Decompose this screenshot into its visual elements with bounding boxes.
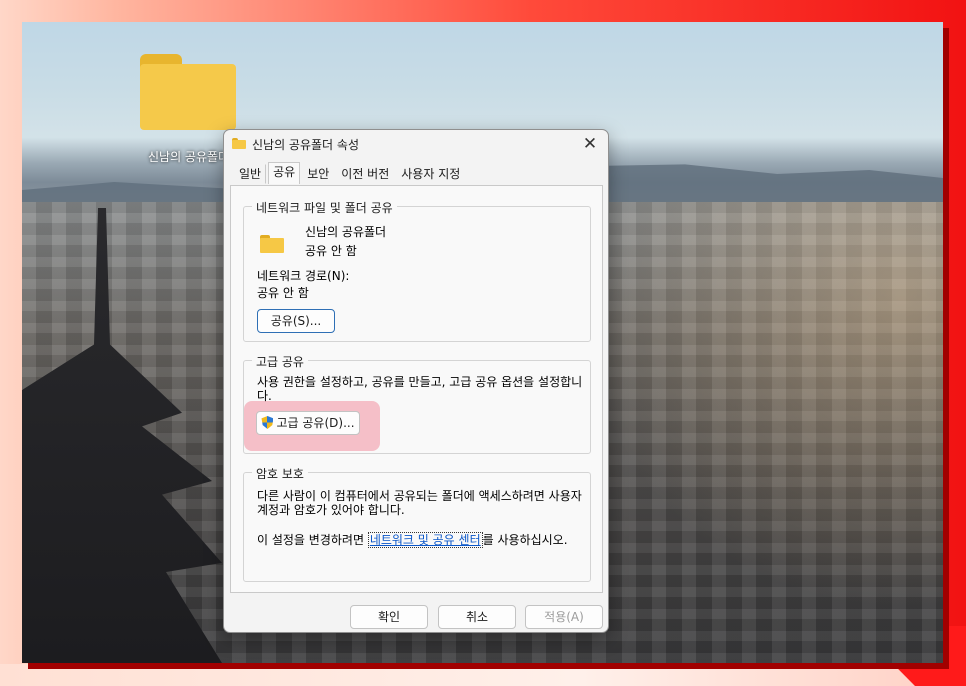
network-sharing-center-link[interactable]: 네트워크 및 공유 센터	[367, 532, 483, 548]
advanced-share-group: 고급 공유 사용 권한을 설정하고, 공유를 만들고, 고급 공유 옵션을 설정…	[243, 353, 591, 454]
tab-strip: 일반 공유 보안 이전 버전 사용자 지정	[234, 162, 467, 185]
tab-previous-versions[interactable]: 이전 버전	[336, 164, 394, 184]
share-status: 공유 안 함	[305, 244, 357, 258]
apply-button[interactable]: 적용(A)	[525, 605, 603, 629]
cancel-button[interactable]: 취소	[438, 605, 516, 629]
network-share-title: 네트워크 파일 및 폴더 공유	[252, 199, 397, 216]
advanced-share-button-label: 고급 공유(D)...	[276, 416, 355, 430]
password-protection-description: 다른 사람이 이 컴퓨터에서 공유되는 폴더에 액세스하려면 사용자 계정과 암…	[257, 489, 582, 517]
tab-sharing[interactable]: 공유	[268, 162, 301, 184]
folder-icon	[140, 54, 236, 130]
advanced-share-button[interactable]: 고급 공유(D)...	[256, 411, 360, 435]
advanced-share-title: 고급 공유	[252, 353, 308, 370]
tab-general[interactable]: 일반	[234, 164, 267, 184]
dialog-title: 신남의 공유폴더 속성	[252, 138, 359, 152]
password-protection-hint: 이 설정을 변경하려면 네트워크 및 공유 센터 를 사용하십시오.	[257, 531, 568, 548]
tab-customize[interactable]: 사용자 지정	[396, 164, 465, 184]
share-button[interactable]: 공유(S)...	[257, 309, 335, 333]
link-suffix: 를 사용하십시오.	[482, 533, 568, 547]
close-button[interactable]: ✕	[578, 132, 602, 156]
network-path-label: 네트워크 경로(N):	[257, 269, 350, 283]
link-prefix: 이 설정을 변경하려면	[257, 533, 368, 547]
network-path-value: 공유 안 함	[257, 286, 309, 300]
shared-folder-name: 신남의 공유폴더	[305, 225, 387, 239]
folder-icon	[260, 235, 284, 253]
password-protection-group: 암호 보호 다른 사람이 이 컴퓨터에서 공유되는 폴더에 액세스하려면 사용자…	[243, 465, 591, 582]
ok-button[interactable]: 확인	[350, 605, 428, 629]
properties-dialog: 신남의 공유폴더 속성 ✕ 일반 공유 보안 이전 버전 사용자 지정 네트워크…	[223, 129, 609, 633]
network-share-group: 네트워크 파일 및 폴더 공유 신남의 공유폴더 공유 안 함 네트워크 경로(…	[243, 199, 591, 342]
dialog-titlebar[interactable]: 신남의 공유폴더 속성 ✕	[224, 130, 608, 158]
uac-shield-icon	[261, 416, 274, 429]
advanced-share-description: 사용 권한을 설정하고, 공유를 만들고, 고급 공유 옵션을 설정합니다.	[257, 375, 583, 403]
password-protection-title: 암호 보호	[252, 465, 308, 482]
folder-icon	[232, 138, 246, 149]
frame-bottom-band	[0, 664, 966, 686]
sharing-panel: 네트워크 파일 및 폴더 공유 신남의 공유폴더 공유 안 함 네트워크 경로(…	[230, 185, 603, 593]
tab-security[interactable]: 보안	[302, 164, 334, 184]
